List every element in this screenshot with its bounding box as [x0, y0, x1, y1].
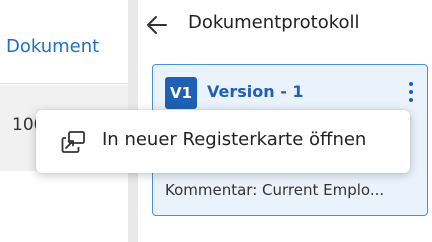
panel-title: Dokumentprotokoll	[188, 12, 360, 33]
version-badge: V1	[165, 77, 197, 109]
menu-item-open-in-new-tab[interactable]: In neuer Registerkarte öffnen	[36, 110, 410, 173]
column-header[interactable]: Dokument	[0, 0, 128, 84]
arrow-left-icon	[147, 16, 167, 34]
version-comment: Kommentar: Current Emplo...	[165, 181, 385, 199]
menu-item-label: In neuer Registerkarte öffnen	[102, 129, 367, 150]
open-in-new-tab-icon	[61, 131, 85, 153]
context-menu: In neuer Registerkarte öffnen	[36, 110, 410, 173]
column-header-label[interactable]: Dokument	[6, 36, 99, 57]
kebab-vertical-icon[interactable]	[405, 79, 417, 105]
kebab-dot	[409, 90, 413, 94]
kebab-dot	[409, 82, 413, 86]
kebab-dot	[409, 98, 413, 102]
version-title[interactable]: Version - 1	[207, 82, 304, 101]
back-button[interactable]	[144, 12, 170, 38]
